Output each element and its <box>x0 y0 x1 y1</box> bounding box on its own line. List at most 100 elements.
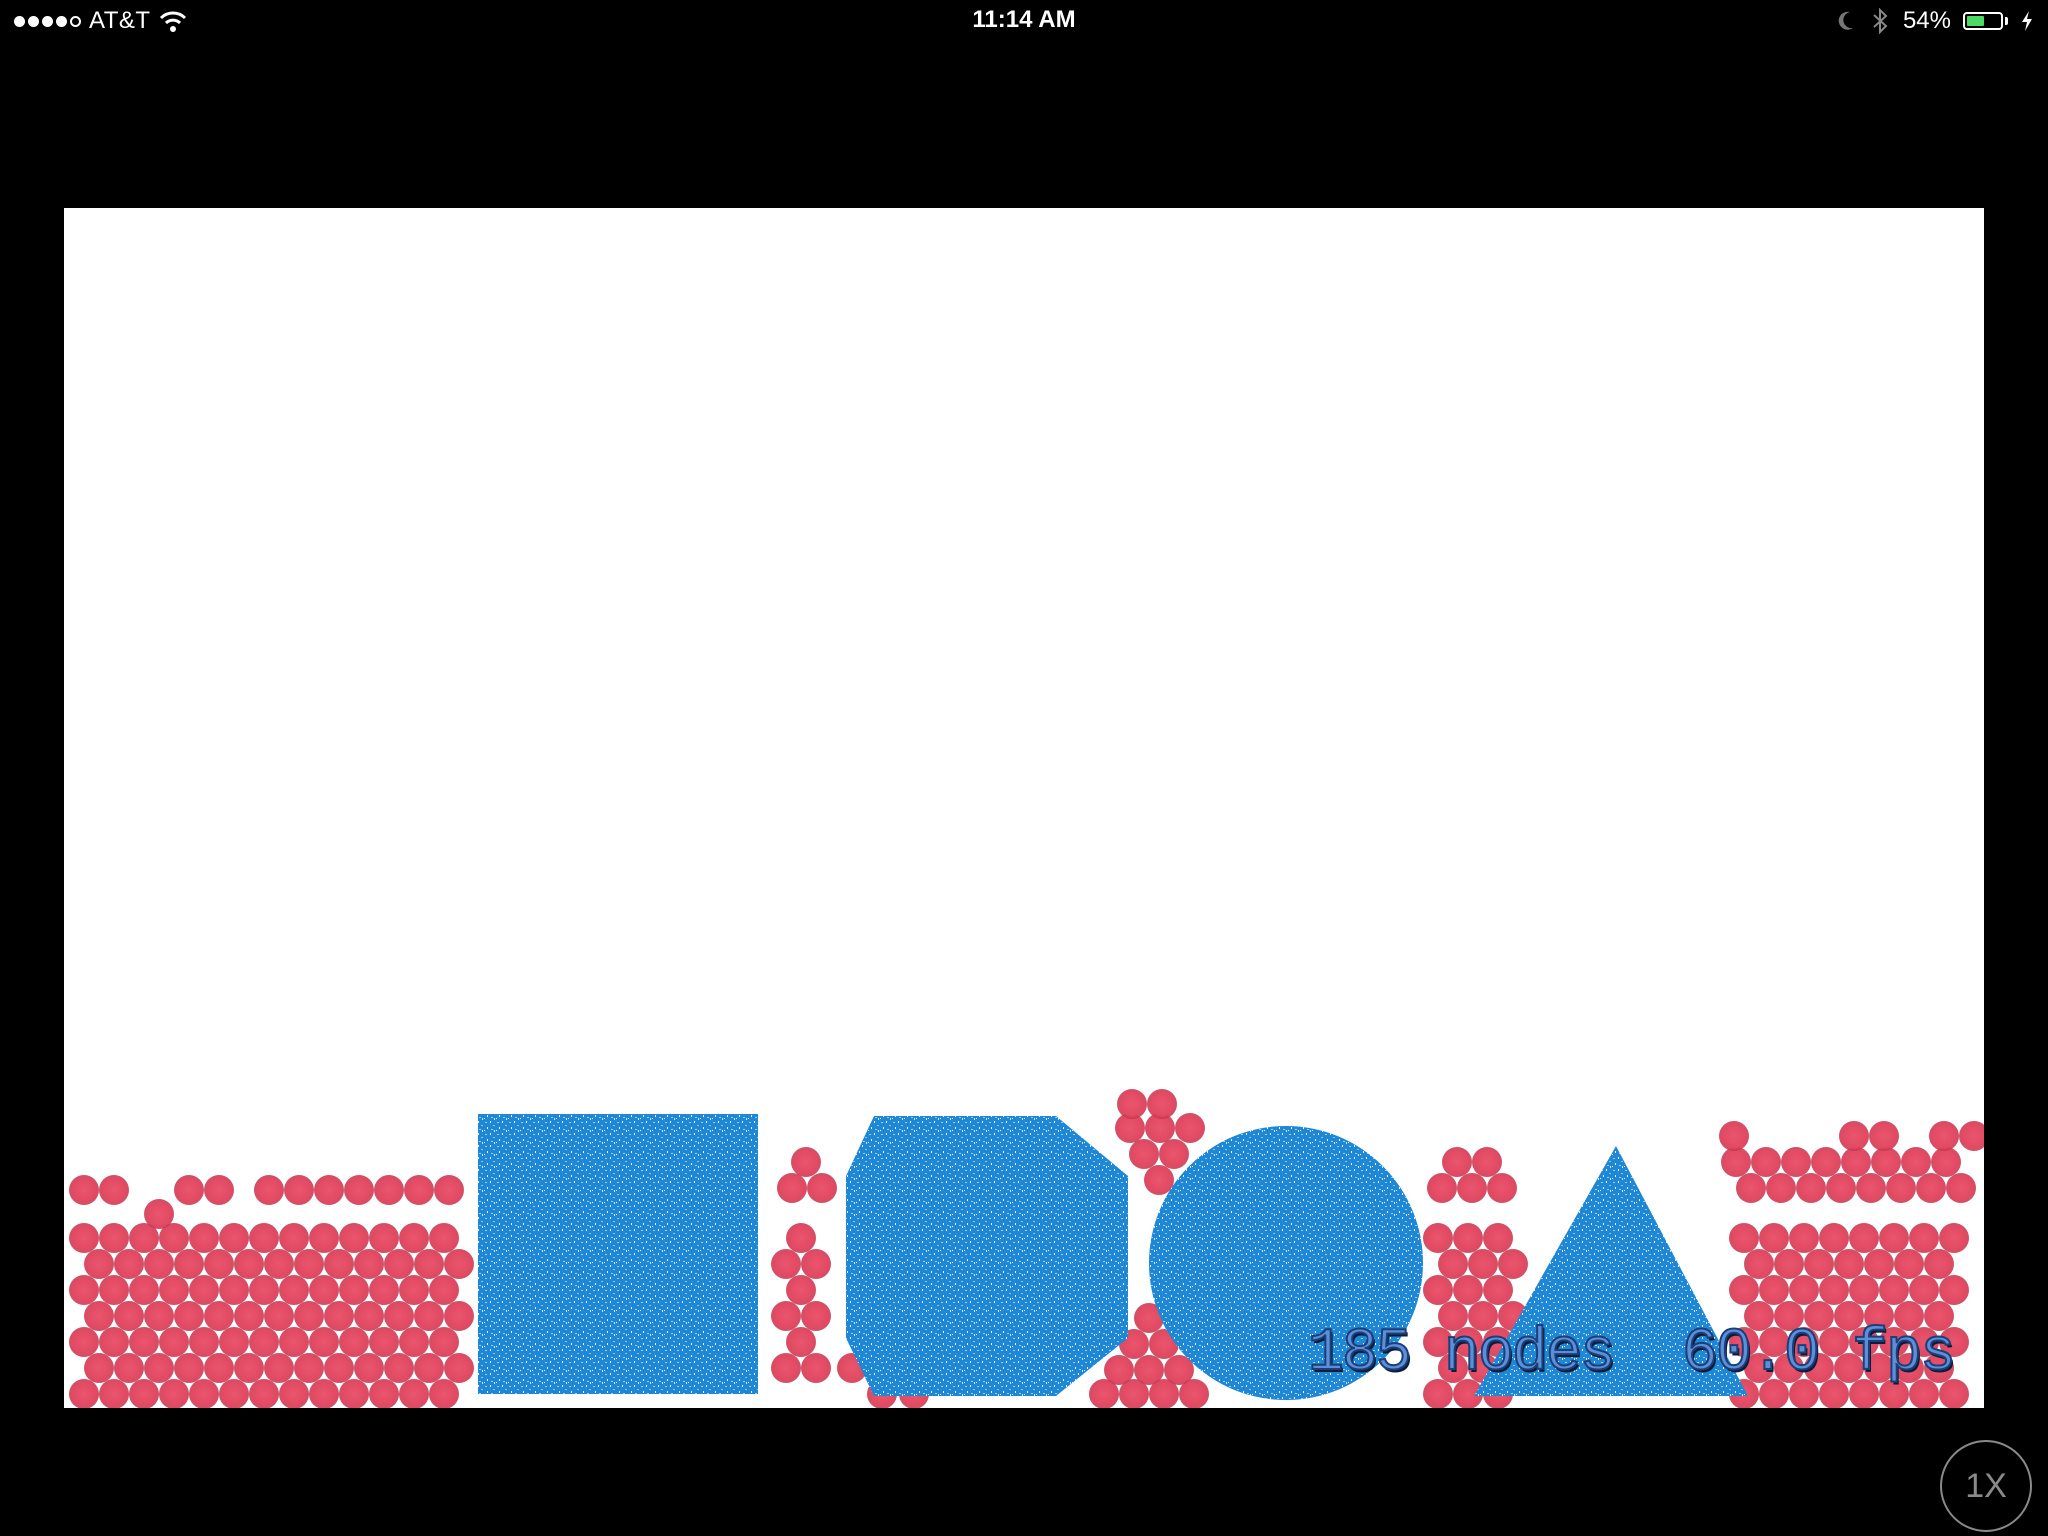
ball <box>69 1175 99 1205</box>
ball <box>1909 1275 1939 1305</box>
ball <box>309 1275 339 1305</box>
ball <box>429 1223 459 1253</box>
ball <box>801 1301 831 1331</box>
ball <box>434 1175 464 1205</box>
ball <box>219 1327 249 1357</box>
ball <box>324 1353 354 1383</box>
ball <box>204 1249 234 1279</box>
ball <box>1841 1147 1871 1177</box>
ball <box>249 1379 279 1408</box>
ball <box>1959 1121 1984 1151</box>
square-body[interactable] <box>478 1114 758 1394</box>
physics-world[interactable] <box>64 208 1984 1408</box>
ball <box>1879 1223 1909 1253</box>
ball <box>69 1223 99 1253</box>
ball <box>284 1175 314 1205</box>
ball <box>1869 1121 1899 1151</box>
ball <box>234 1353 264 1383</box>
ball <box>1856 1173 1886 1203</box>
ball <box>144 1353 174 1383</box>
ball <box>791 1147 821 1177</box>
ball <box>1149 1379 1179 1408</box>
ball <box>1089 1379 1119 1408</box>
ball <box>1924 1249 1954 1279</box>
ball <box>144 1249 174 1279</box>
ball <box>84 1249 114 1279</box>
ball <box>234 1249 264 1279</box>
ball <box>1487 1173 1517 1203</box>
bluetooth-icon <box>1873 8 1888 34</box>
ball <box>129 1275 159 1305</box>
ball <box>1442 1147 1472 1177</box>
ball <box>264 1249 294 1279</box>
ball <box>114 1353 144 1383</box>
ball <box>1819 1275 1849 1305</box>
status-bar: AT&T 11:14 AM 54% <box>0 0 2048 42</box>
battery-shell <box>1963 12 2003 30</box>
status-right: 54% <box>1835 6 2034 36</box>
ball <box>339 1275 369 1305</box>
ball <box>1774 1249 1804 1279</box>
moon-icon <box>1838 11 1853 30</box>
ball <box>1147 1089 1177 1119</box>
ball <box>324 1249 354 1279</box>
ball <box>314 1175 344 1205</box>
status-time: 11:14 AM <box>972 6 1076 33</box>
octagon-body[interactable] <box>846 1116 1128 1396</box>
ball <box>159 1379 189 1408</box>
ball <box>384 1353 414 1383</box>
ball <box>399 1327 429 1357</box>
ball <box>204 1175 234 1205</box>
ball <box>444 1301 474 1331</box>
ball <box>279 1379 309 1408</box>
ball <box>1886 1173 1916 1203</box>
ball <box>414 1249 444 1279</box>
ball <box>189 1223 219 1253</box>
node-count: 185 <box>1307 1319 1413 1389</box>
ball <box>219 1275 249 1305</box>
ball <box>294 1353 324 1383</box>
ball <box>264 1301 294 1331</box>
ball <box>1781 1147 1811 1177</box>
ball <box>354 1353 384 1383</box>
ball <box>1789 1275 1819 1305</box>
ball <box>144 1301 174 1331</box>
ball <box>1849 1223 1879 1253</box>
ball <box>1819 1223 1849 1253</box>
ball <box>1453 1275 1483 1305</box>
ball <box>344 1175 374 1205</box>
ball <box>1751 1147 1781 1177</box>
ball <box>1483 1223 1513 1253</box>
ball <box>399 1275 429 1305</box>
ball <box>374 1175 404 1205</box>
ball <box>1427 1173 1457 1203</box>
ball <box>1472 1147 1502 1177</box>
ball <box>1909 1223 1939 1253</box>
ball <box>807 1173 837 1203</box>
ball <box>786 1223 816 1253</box>
ball <box>1811 1147 1841 1177</box>
ball <box>294 1301 324 1331</box>
ball <box>1796 1173 1826 1203</box>
battery-level-fill <box>1967 16 1985 26</box>
ball <box>786 1327 816 1357</box>
ball <box>1804 1249 1834 1279</box>
ball <box>84 1301 114 1331</box>
speed-toggle-button[interactable]: 1X <box>1940 1440 2032 1532</box>
ball <box>1834 1249 1864 1279</box>
ball <box>369 1327 399 1357</box>
ball <box>444 1353 474 1383</box>
ball <box>1719 1121 1749 1151</box>
ball <box>1849 1275 1879 1305</box>
nodes-label: nodes <box>1443 1319 1617 1389</box>
ball <box>1946 1173 1976 1203</box>
ball <box>1766 1173 1796 1203</box>
ball <box>414 1353 444 1383</box>
ball <box>99 1175 129 1205</box>
ball <box>1729 1223 1759 1253</box>
ball <box>354 1301 384 1331</box>
game-scene[interactable]: 185 nodes 60.0 fps <box>64 208 1984 1408</box>
ball <box>309 1223 339 1253</box>
ball <box>1483 1275 1513 1305</box>
ball <box>369 1379 399 1408</box>
